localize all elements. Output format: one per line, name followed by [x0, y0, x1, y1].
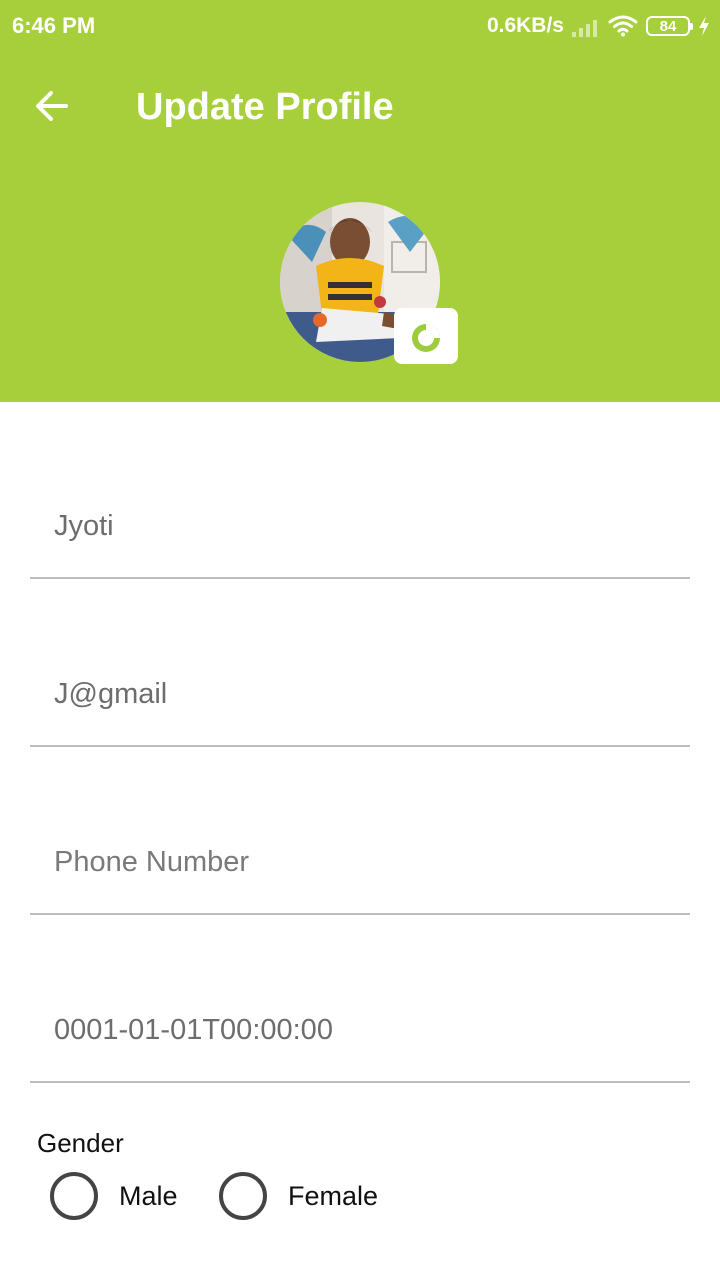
- back-button[interactable]: [30, 84, 74, 128]
- phone-field: [30, 806, 690, 915]
- dob-input[interactable]: [54, 1014, 654, 1047]
- male-label: Male: [119, 1180, 178, 1211]
- battery-icon: 84: [646, 16, 693, 36]
- battery-level: 84: [659, 17, 677, 35]
- network-speed: 0.6KB/s: [486, 14, 564, 37]
- male-radio-button[interactable]: [50, 1172, 98, 1220]
- wifi-icon: [608, 15, 638, 37]
- page-title: Update Profile: [136, 86, 394, 128]
- female-radio-button[interactable]: [219, 1172, 267, 1220]
- change-photo-button[interactable]: [394, 308, 458, 364]
- email-field: [30, 638, 690, 747]
- gender-label: Gender: [37, 1128, 124, 1158]
- phone-input[interactable]: [54, 846, 654, 879]
- status-bar: 6:46 PM 0.6KB/s 84: [0, 0, 720, 52]
- gender-option-female[interactable]: Female: [219, 1170, 378, 1222]
- female-label: Female: [288, 1180, 379, 1211]
- arrow-left-icon: [36, 91, 68, 121]
- camera-icon: [412, 324, 440, 352]
- signal-icon: [572, 15, 600, 37]
- charging-icon: [699, 16, 709, 36]
- gender-option-male[interactable]: Male: [50, 1170, 178, 1222]
- name-input[interactable]: [54, 510, 654, 543]
- dob-field: [30, 974, 690, 1083]
- name-field: [30, 470, 690, 579]
- email-input[interactable]: [54, 678, 654, 711]
- header: 6:46 PM 0.6KB/s 84 Update Profile: [0, 0, 720, 402]
- status-indicators: 0.6KB/s 84: [487, 12, 710, 40]
- status-time: 6:46 PM: [12, 13, 96, 38]
